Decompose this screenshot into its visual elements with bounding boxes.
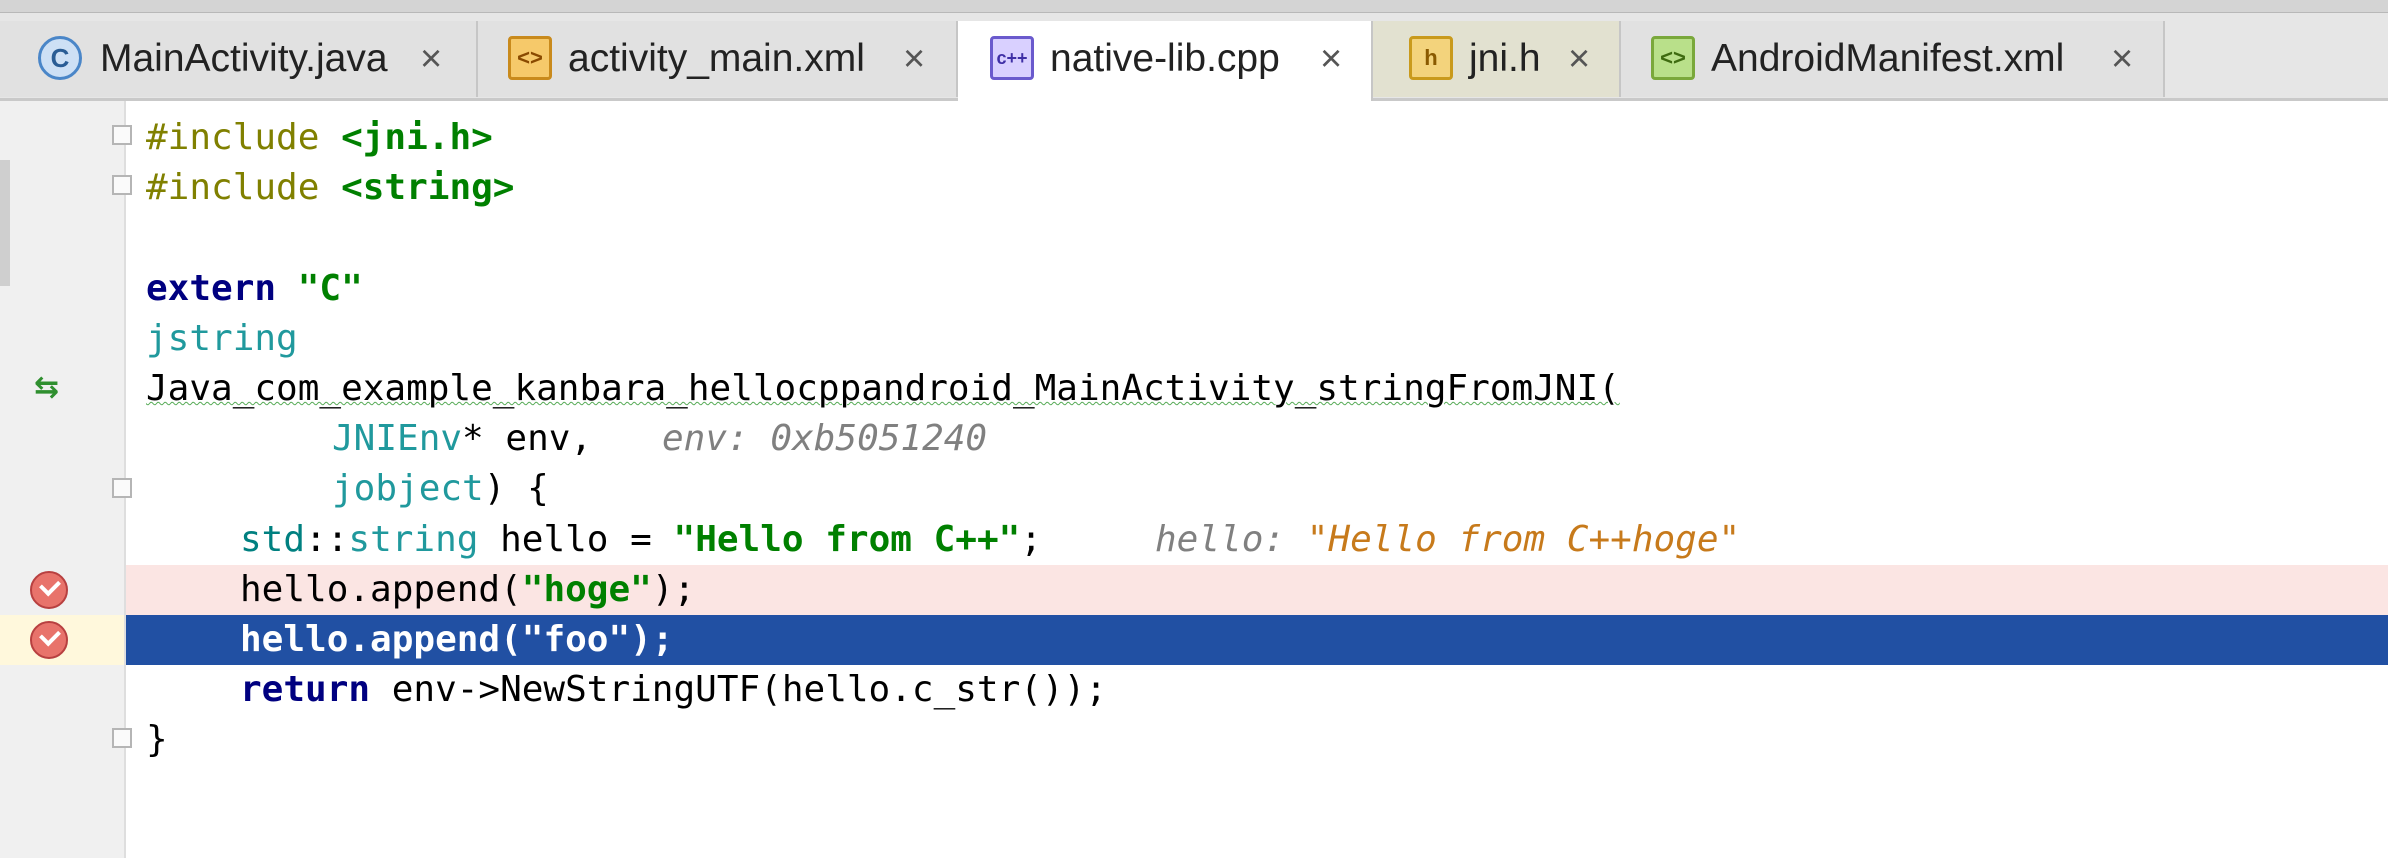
tab-label: jni.h [1469,37,1541,80]
code-text: hello.append( [240,619,522,660]
code-text: ; [1020,519,1042,560]
tab-label: activity_main.xml [568,37,865,80]
code-text: env->NewStringUTF(hello.c_str()); [391,669,1107,710]
code-line-2: #include <string> [0,163,2388,213]
inline-debug-label: hello: [1155,519,1307,560]
tab-androidmanifest-xml[interactable]: <> AndroidManifest.xml × [1621,21,2165,97]
close-icon[interactable]: × [1320,21,1342,97]
code-line-5: jstring [0,314,2388,364]
preprocessor-directive: #include [146,117,342,158]
inline-debug-value: env: 0xb5051240 [662,418,988,459]
include-path: <string> [341,167,515,208]
preprocessor-directive: #include [146,167,342,208]
keyword: return [240,669,392,710]
type-name: string [348,519,479,560]
header-file-icon: h [1409,36,1453,80]
code-line-7: JNIEnv* env, env: 0xb5051240 [0,414,2388,464]
namespace: std [240,519,306,560]
code-text: ); [630,619,674,660]
close-icon[interactable]: × [2111,21,2133,97]
code-text: ) { [483,468,549,509]
code-line-10: hello.append("hoge"); [0,565,2388,615]
scope-operator: :: [305,519,349,560]
tab-label: MainActivity.java [100,37,388,80]
inline-debug-value: "Hello from C++hoge" [1306,519,1741,560]
code-line-8: jobject) { [0,464,2388,514]
editor-tab-bar: C MainActivity.java × <> activity_main.x… [0,13,2388,101]
code-line-12: return env->NewStringUTF(hello.c_str()); [0,665,2388,715]
string-literal: "hoge" [521,569,652,610]
string-literal: "Hello from C++" [673,519,1021,560]
java-class-icon: C [38,36,82,80]
type-name: jobject [332,468,484,509]
string-literal: "foo" [521,619,631,660]
tab-label: native-lib.cpp [1050,37,1280,80]
type-name: jstring [146,318,298,359]
xml-layout-icon: <> [508,36,552,80]
window-top-bar [0,0,2388,13]
include-path: <jni.h> [341,117,493,158]
close-icon[interactable]: × [1568,21,1590,97]
code-text: hello.append( [240,569,522,610]
closing-brace: } [146,719,168,760]
type-name: JNIEnv [332,418,463,459]
function-name: Java_com_example_kanbara_hellocppandroid… [146,368,1620,409]
param-name: * env, [462,418,593,459]
code-line-11: hello.append("foo"); [0,615,2388,665]
code-line-4: extern "C" [0,264,2388,314]
string-literal: "C" [297,268,363,309]
manifest-icon: <> [1651,36,1695,80]
close-icon[interactable]: × [903,21,925,97]
keyword: extern [146,268,298,309]
tab-mainactivity-java[interactable]: C MainActivity.java × [0,21,478,97]
code-line-9: std::string hello = "Hello from C++"; he… [0,515,2388,565]
tab-label: AndroidManifest.xml [1711,37,2065,80]
close-icon[interactable]: × [420,21,442,97]
code-text: hello = [478,519,674,560]
tab-native-lib-cpp[interactable]: c++ native-lib.cpp × [958,21,1373,101]
code-line-13: } [0,715,2388,765]
code-text: ); [651,569,696,610]
code-line-6: Java_com_example_kanbara_hellocppandroid… [0,364,2388,414]
cpp-file-icon: c++ [990,36,1034,80]
tab-jni-h[interactable]: h jni.h × [1373,21,1621,97]
code-line-1: #include <jni.h> [0,113,2388,163]
tab-activity-main-xml[interactable]: <> activity_main.xml × [478,21,958,97]
